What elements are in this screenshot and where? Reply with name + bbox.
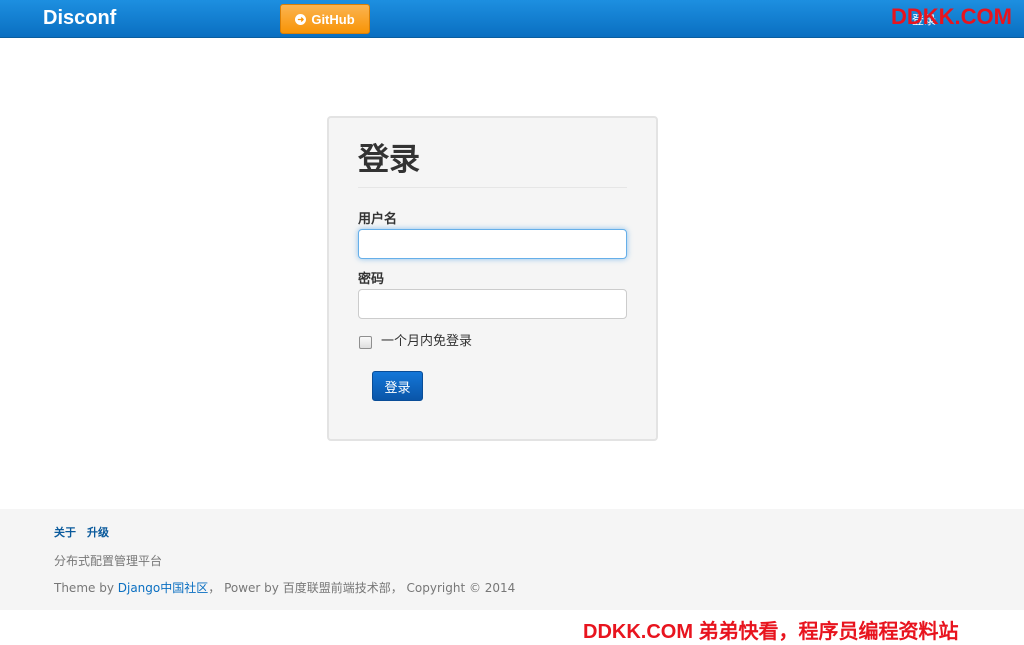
github-icon: ➜ [295, 13, 307, 25]
top-navbar: Disconf ➜ GitHub 登录 DDKK.COM [0, 0, 1024, 38]
footer-link-about[interactable]: 关于 [54, 526, 76, 540]
username-label: 用户名 [358, 212, 398, 227]
footer-link-upgrade[interactable]: 升级 [87, 526, 109, 540]
username-input[interactable] [358, 229, 627, 259]
password-label: 密码 [358, 272, 385, 287]
title-divider [358, 187, 627, 188]
login-title: 登录 [358, 142, 420, 178]
remember-me-checkbox[interactable] [359, 335, 372, 349]
footer-credits: Theme by Django中国社区， Power by 百度联盟前端技术部，… [54, 581, 515, 595]
github-button-label: GitHub [311, 11, 355, 27]
login-card: 登录 用户名 密码 一个月内免登录 登录 [327, 116, 658, 441]
django-community-link[interactable]: Django中国社区 [118, 581, 209, 595]
footer-description: 分布式配置管理平台 [54, 554, 163, 568]
watermark-bottom: DDKK.COM 弟弟快看，程序员编程资料站 [583, 621, 959, 643]
footer: 关于 升级 分布式配置管理平台 Theme by Django中国社区， Pow… [0, 509, 1024, 610]
credits-suffix: ， Power by 百度联盟前端技术部， Copyright © 2014 [208, 581, 516, 595]
login-submit-button[interactable]: 登录 [372, 371, 423, 401]
watermark-top: DDKK.COM [891, 4, 1012, 29]
remember-me-label[interactable]: 一个月内免登录 [381, 334, 472, 350]
credits-prefix: Theme by [54, 581, 118, 595]
brand-logo[interactable]: Disconf [43, 6, 116, 30]
password-input[interactable] [358, 289, 627, 319]
github-button[interactable]: ➜ GitHub [280, 4, 370, 34]
footer-links: 关于 升级 [54, 526, 109, 540]
remember-me-row: 一个月内免登录 [359, 334, 472, 350]
